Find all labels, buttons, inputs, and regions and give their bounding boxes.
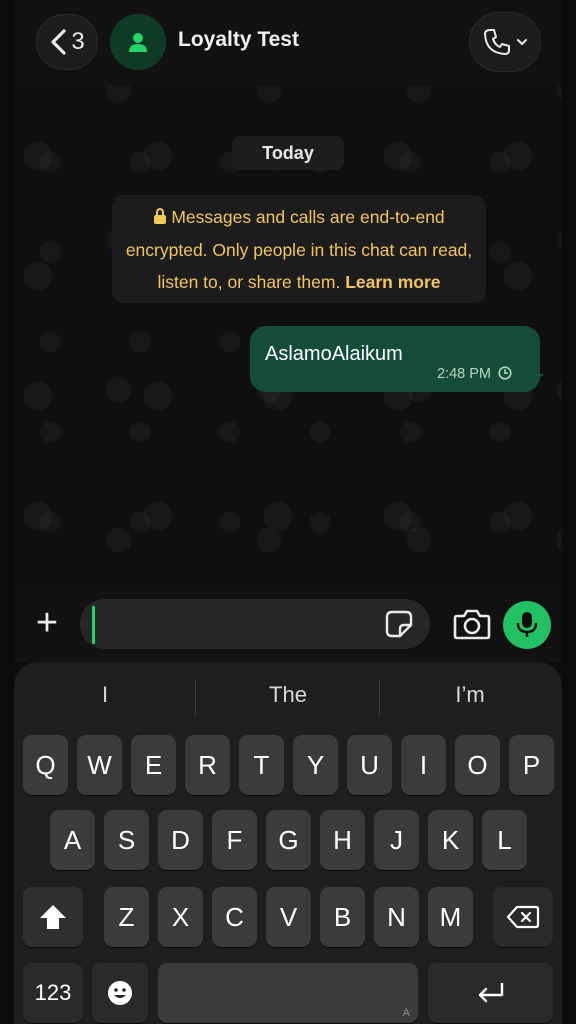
- message-timestamp: 2:48 PM: [437, 366, 491, 382]
- chevron-left-icon: [51, 29, 66, 55]
- suggestion-3[interactable]: I’m: [405, 682, 535, 712]
- key-f[interactable]: F: [212, 810, 257, 870]
- key-v[interactable]: V: [266, 887, 311, 947]
- key-c[interactable]: C: [212, 887, 257, 947]
- suggestion-divider: [195, 680, 196, 716]
- key-y[interactable]: Y: [293, 735, 338, 795]
- key-d[interactable]: D: [158, 810, 203, 870]
- backspace-key[interactable]: [493, 887, 553, 947]
- key-s[interactable]: S: [104, 810, 149, 870]
- contact-avatar[interactable]: [110, 14, 166, 70]
- clock-pending-icon: [498, 366, 512, 380]
- back-button[interactable]: 3: [36, 14, 98, 70]
- key-n[interactable]: N: [374, 887, 419, 947]
- text-caret: [92, 606, 95, 644]
- suggestion-1[interactable]: I: [40, 682, 170, 712]
- return-key[interactable]: [428, 963, 553, 1023]
- suggestion-divider: [379, 680, 380, 716]
- message-text: AslamoAlaikum: [265, 343, 403, 365]
- attach-plus-button[interactable]: +: [30, 604, 64, 644]
- unread-count: 3: [71, 28, 85, 55]
- space-key-hint: A: [402, 1007, 410, 1019]
- key-r[interactable]: R: [185, 735, 230, 795]
- voice-record-button[interactable]: [503, 601, 551, 649]
- backspace-icon: [506, 905, 540, 929]
- numbers-key[interactable]: 123: [23, 963, 83, 1023]
- emoji-icon: [108, 981, 132, 1005]
- key-h[interactable]: H: [320, 810, 365, 870]
- space-key[interactable]: A: [158, 963, 418, 1023]
- key-e[interactable]: E: [131, 735, 176, 795]
- learn-more-link[interactable]: Learn more: [345, 272, 440, 292]
- key-j[interactable]: J: [374, 810, 419, 870]
- key-u[interactable]: U: [347, 735, 392, 795]
- key-t[interactable]: T: [239, 735, 284, 795]
- microphone-icon: [516, 612, 538, 637]
- return-icon: [478, 983, 503, 1003]
- key-m[interactable]: M: [428, 887, 473, 947]
- key-x[interactable]: X: [158, 887, 203, 947]
- message-time: 2:48 PM: [437, 366, 512, 382]
- key-i[interactable]: I: [401, 735, 446, 795]
- encryption-notice[interactable]: Messages and calls are end-to-end encryp…: [112, 195, 486, 303]
- camera-icon[interactable]: [452, 605, 492, 643]
- date-separator: Today: [232, 136, 344, 170]
- contact-name[interactable]: Loyalty Test: [178, 28, 299, 52]
- shift-icon: [40, 905, 66, 929]
- person-icon: [129, 33, 147, 52]
- key-q[interactable]: Q: [23, 735, 68, 795]
- key-p[interactable]: P: [509, 735, 554, 795]
- key-g[interactable]: G: [266, 810, 311, 870]
- key-z[interactable]: Z: [104, 887, 149, 947]
- message-input[interactable]: [80, 599, 430, 649]
- key-b[interactable]: B: [320, 887, 365, 947]
- sticker-icon[interactable]: [384, 609, 414, 639]
- key-w[interactable]: W: [77, 735, 122, 795]
- call-button[interactable]: [469, 12, 541, 72]
- key-k[interactable]: K: [428, 810, 473, 870]
- bubble-tail: [526, 374, 544, 390]
- emoji-key[interactable]: [92, 963, 148, 1023]
- key-o[interactable]: O: [455, 735, 500, 795]
- chevron-down-icon: [517, 39, 527, 46]
- key-l[interactable]: L: [482, 810, 527, 870]
- suggestion-2[interactable]: The: [220, 682, 356, 712]
- shift-key[interactable]: [23, 887, 83, 947]
- key-a[interactable]: A: [50, 810, 95, 870]
- phone-icon: [484, 29, 510, 55]
- lock-icon: [154, 207, 167, 224]
